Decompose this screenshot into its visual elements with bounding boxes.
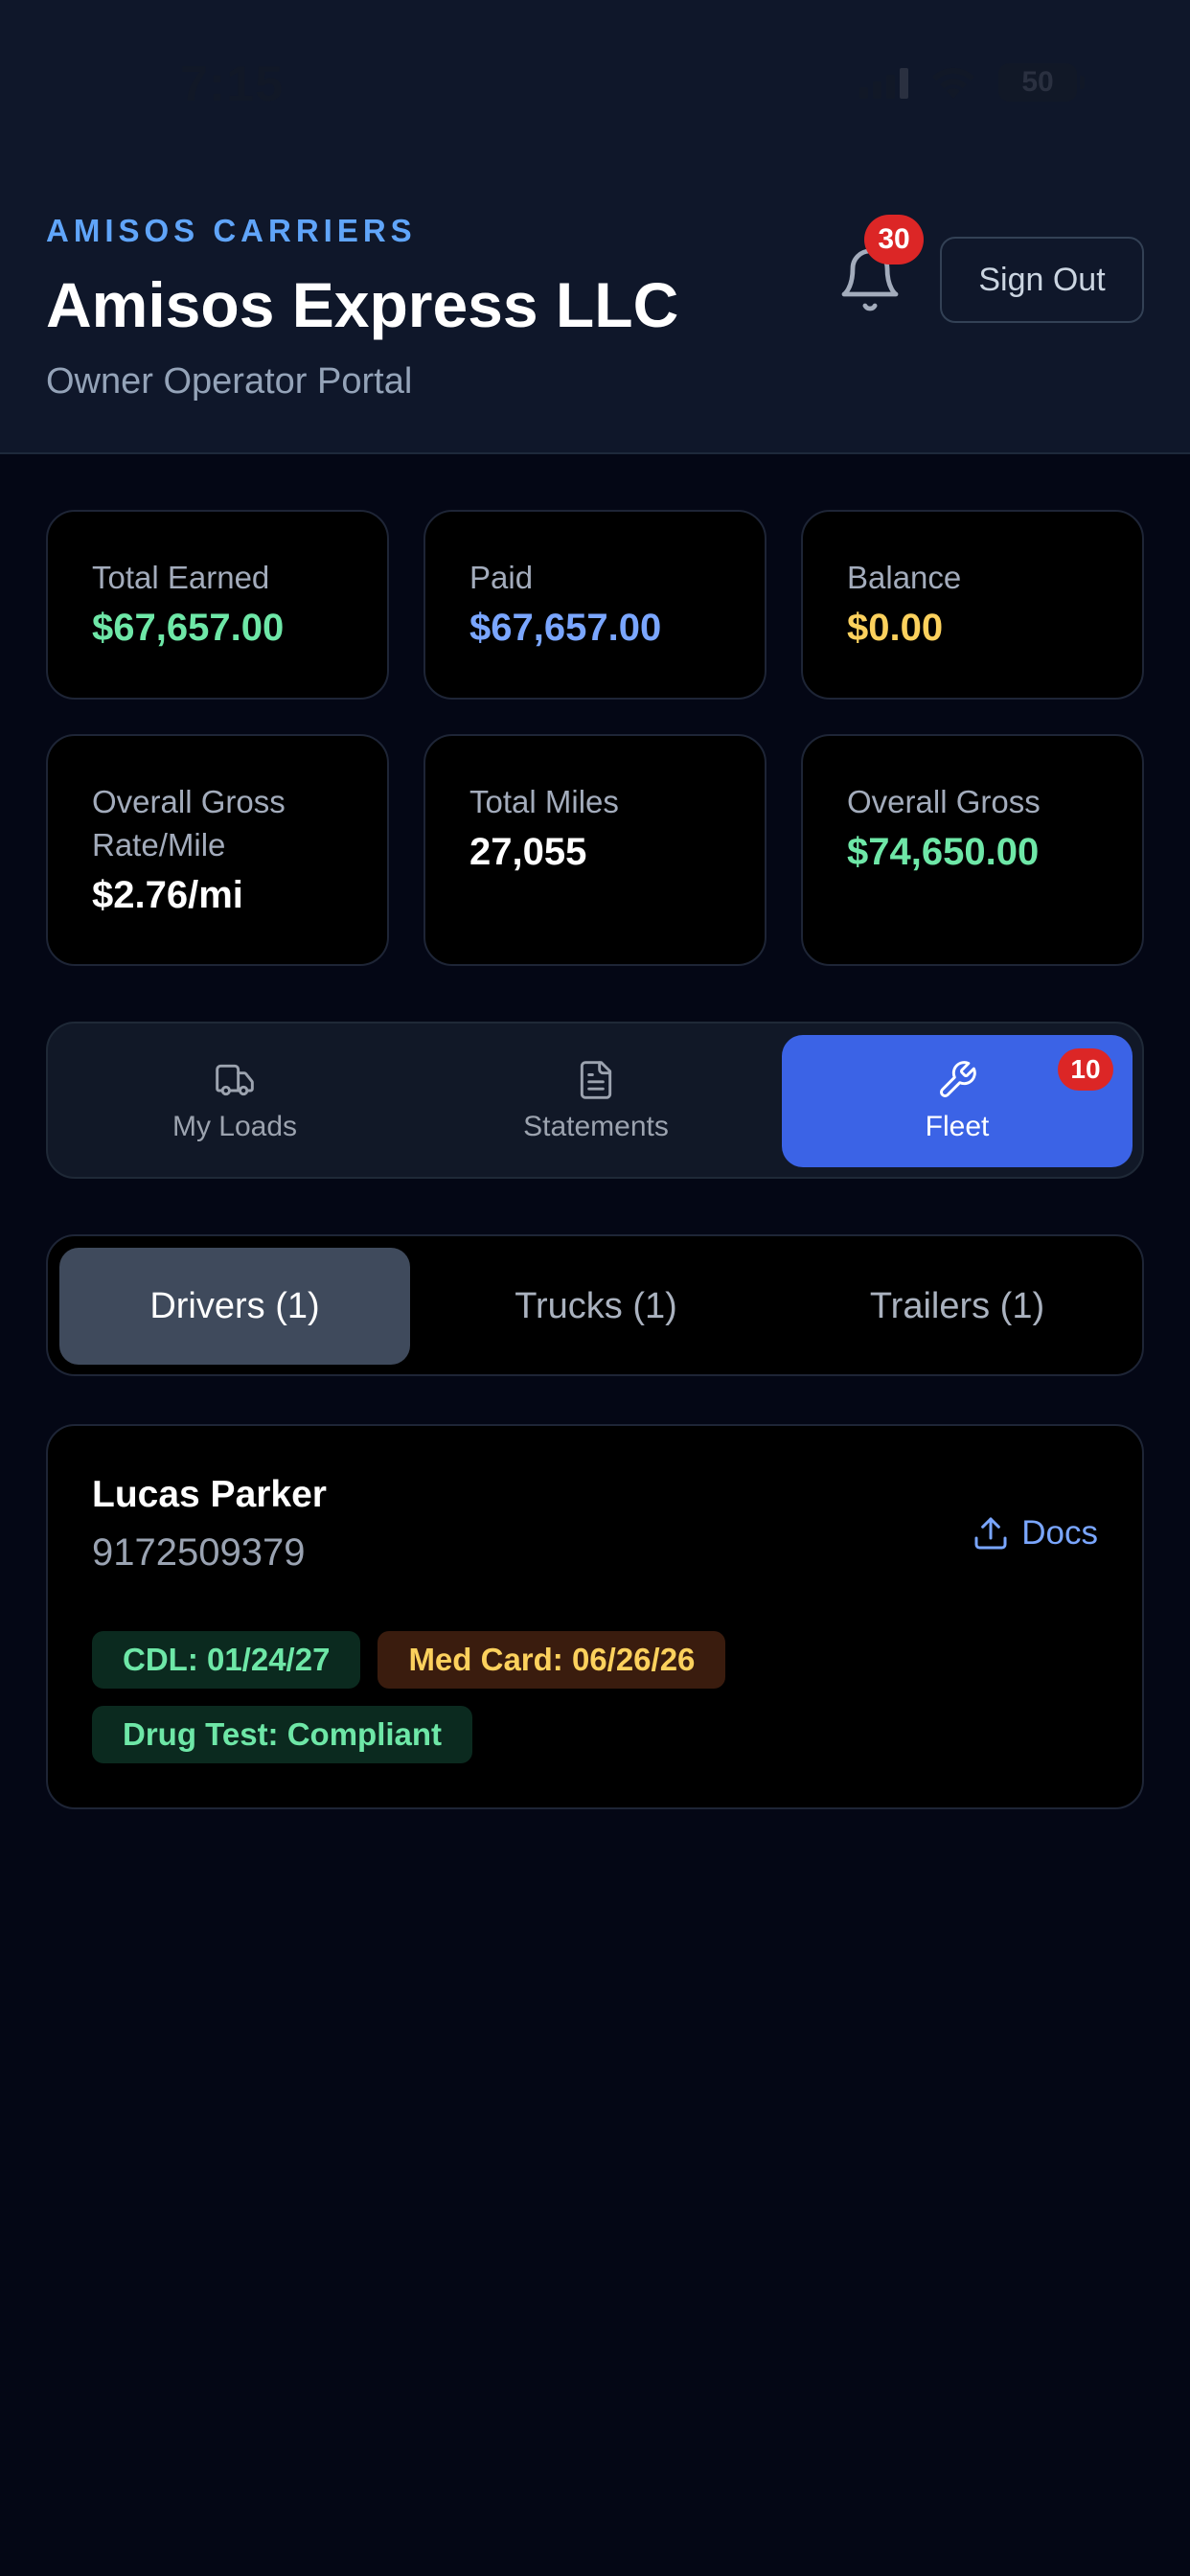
notification-count-badge: 30 bbox=[864, 215, 924, 264]
stat-label: Total Earned bbox=[92, 560, 270, 595]
tab-drivers[interactable]: Drivers (1) bbox=[59, 1248, 410, 1365]
stats-grid: Total Earned $67,657.00 Paid $67,657.00 … bbox=[46, 510, 1144, 966]
stat-value: $74,650.00 bbox=[847, 831, 1040, 873]
sign-out-button[interactable]: Sign Out bbox=[940, 237, 1144, 323]
drug-test-badge: Drug Test: Compliant bbox=[92, 1706, 473, 1763]
truck-icon bbox=[216, 1064, 254, 1096]
stat-label: Balance bbox=[847, 560, 962, 595]
upload-icon bbox=[974, 1517, 1007, 1550]
stat-value: $0.00 bbox=[847, 607, 944, 649]
app-screen: 7:15 50 AMISOS CARRIERS Amisos Express L… bbox=[0, 0, 1190, 2576]
tab-label: Statements bbox=[523, 1111, 669, 1142]
battery-icon: 50 bbox=[998, 63, 1085, 102]
tab-trucks[interactable]: Trucks (1) bbox=[421, 1248, 771, 1365]
page-title: Amisos Express LLC bbox=[46, 269, 679, 340]
stat-value: $67,657.00 bbox=[469, 607, 662, 649]
tab-statements[interactable]: Statements bbox=[421, 1035, 771, 1167]
tab-my-loads[interactable]: My Loads bbox=[59, 1035, 410, 1167]
docs-upload-button[interactable]: Docs bbox=[972, 1514, 1098, 1552]
cdl-badge: CDL: 01/24/27 bbox=[92, 1631, 361, 1689]
tab-label: My Loads bbox=[172, 1111, 298, 1142]
tab-trailers[interactable]: Trailers (1) bbox=[782, 1248, 1133, 1365]
stat-card-paid: Paid $67,657.00 bbox=[423, 510, 767, 700]
cellular-signal-icon bbox=[859, 66, 908, 99]
header: 7:15 50 AMISOS CARRIERS Amisos Express L… bbox=[0, 0, 1190, 454]
status-bar: 7:15 50 bbox=[0, 0, 1190, 172]
med-card-badge: Med Card: 06/26/26 bbox=[378, 1631, 726, 1689]
driver-phone: 9172509379 bbox=[92, 1531, 306, 1574]
stat-label: Paid bbox=[469, 560, 534, 595]
stat-card-gross-rate-per-mile: Overall Gross Rate/Mile $2.76/mi bbox=[46, 734, 389, 966]
docs-label: Docs bbox=[1021, 1514, 1098, 1552]
stat-card-overall-gross: Overall Gross $74,650.00 bbox=[801, 734, 1144, 966]
status-icons: 50 bbox=[859, 63, 1085, 102]
wrench-icon bbox=[940, 1061, 976, 1097]
stat-card-total-miles: Total Miles 27,055 bbox=[423, 734, 767, 966]
stat-label: Overall Gross bbox=[847, 784, 1041, 819]
document-icon bbox=[580, 1061, 612, 1099]
wifi-icon bbox=[932, 67, 974, 99]
stat-label: Overall Gross Rate/Mile bbox=[92, 784, 286, 862]
tab-fleet[interactable]: Fleet 10 bbox=[782, 1035, 1133, 1167]
main-tab-bar: My Loads Statements Fleet 10 bbox=[46, 1022, 1144, 1179]
stat-card-balance: Balance $0.00 bbox=[801, 510, 1144, 700]
page-subtitle: Owner Operator Portal bbox=[46, 361, 413, 402]
driver-name: Lucas Parker bbox=[92, 1474, 327, 1515]
stat-value: $2.76/mi bbox=[92, 874, 243, 916]
tab-label: Fleet bbox=[925, 1111, 990, 1142]
company-label: AMISOS CARRIERS bbox=[46, 213, 417, 248]
status-time: 7:15 bbox=[180, 57, 285, 112]
stat-value: 27,055 bbox=[469, 831, 587, 873]
stat-label: Total Miles bbox=[469, 784, 619, 819]
fleet-count-badge: 10 bbox=[1058, 1048, 1113, 1091]
driver-card[interactable]: Lucas Parker 9172509379 Docs CDL: 01/24/… bbox=[46, 1424, 1144, 1809]
stat-card-total-earned: Total Earned $67,657.00 bbox=[46, 510, 389, 700]
driver-compliance-badges: CDL: 01/24/27 Med Card: 06/26/26 Drug Te… bbox=[92, 1631, 954, 1763]
fleet-sub-tab-bar: Drivers (1) Trucks (1) Trailers (1) bbox=[46, 1234, 1144, 1376]
stat-value: $67,657.00 bbox=[92, 607, 285, 649]
